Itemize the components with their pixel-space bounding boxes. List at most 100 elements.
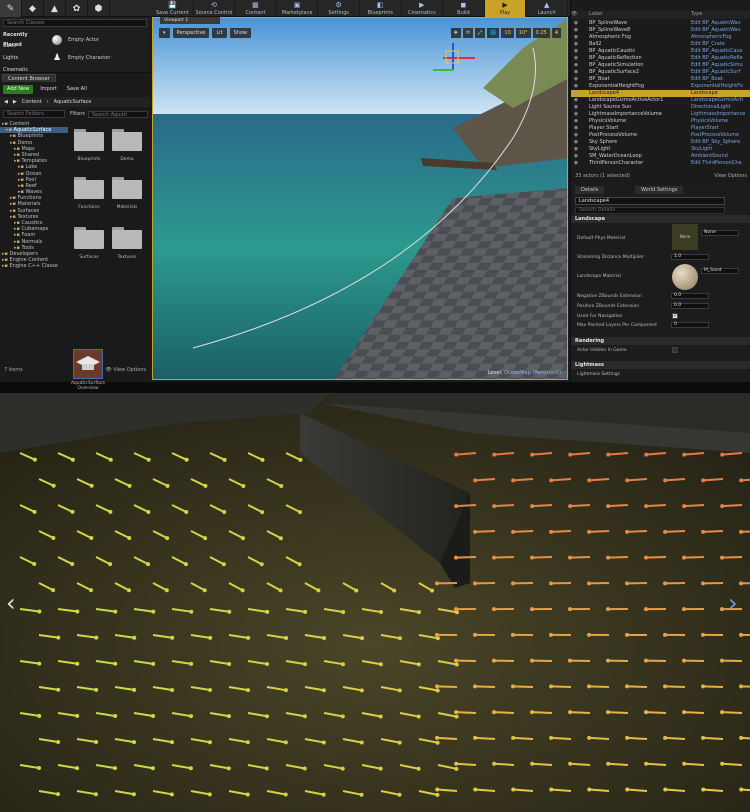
eye-icon[interactable]: ◉: [571, 90, 581, 97]
outliner-row-type[interactable]: Landscape: [691, 90, 750, 97]
save-current-button[interactable]: 💾 Save Current: [152, 0, 194, 17]
back-arrow-icon[interactable]: ◀: [4, 99, 8, 105]
outliner-row-type[interactable]: Edit BP_Sky_Sphere: [691, 139, 750, 146]
save-all-button[interactable]: Save All: [64, 85, 90, 94]
viewport[interactable]: ▾ Perspective Lit Show ✥ ⟳ ⤢ 🌐 10 10° 0.…: [152, 17, 568, 380]
geometry-mode-icon[interactable]: ⬢: [88, 0, 110, 17]
crumb-aquatic-surface[interactable]: AquaticSurface: [54, 99, 92, 105]
eye-icon[interactable]: ◉: [571, 153, 581, 160]
settings-button[interactable]: ⚙ Settings: [318, 0, 360, 17]
outliner-row-type[interactable]: DirectionalLight: [691, 104, 750, 111]
section-rendering[interactable]: Rendering: [571, 337, 750, 345]
outliner-row[interactable]: ◉ BP_Boat Edit BP_Boat: [571, 76, 750, 83]
phys-material-thumbnail[interactable]: None: [672, 224, 698, 250]
outliner-row-type[interactable]: Edit BP_Boat: [691, 76, 750, 83]
folder-icon[interactable]: [74, 129, 104, 151]
tab-content-browser[interactable]: Content Browser: [2, 74, 56, 82]
import-button[interactable]: Import: [37, 85, 60, 94]
outliner-row[interactable]: ◉ BP_SplineWave8 Edit BP_AquaticWav: [571, 27, 750, 34]
outliner-row[interactable]: ◉ ThirdPersonCharacter Edit ThirdPersonCha: [571, 160, 750, 167]
eye-icon[interactable]: ◉: [571, 20, 581, 27]
outliner-row-type[interactable]: PlayerStart: [691, 125, 750, 132]
eye-icon[interactable]: ◉: [571, 62, 581, 69]
material-thumbnail[interactable]: [672, 264, 698, 290]
grid-snap-value[interactable]: 10: [501, 28, 514, 38]
type-column-header[interactable]: Type: [691, 11, 750, 19]
play-button[interactable]: ▶ Play: [484, 0, 527, 17]
outliner-row-type[interactable]: Edit BP_AquaticSimu: [691, 62, 750, 69]
outliner-row[interactable]: ◉ SkyLight SkyLight: [571, 146, 750, 153]
outliner-row-type[interactable]: Edit BP_AquaticWav: [691, 20, 750, 27]
tab-details[interactable]: Details: [575, 186, 605, 194]
landscape-material-dropdown[interactable]: M_Sand: [701, 268, 739, 274]
eye-icon[interactable]: ◉: [571, 146, 581, 153]
filters-button[interactable]: Filters: [70, 111, 85, 118]
tab-world-settings[interactable]: World Settings: [635, 186, 684, 194]
outliner-row[interactable]: ◉ Atmospheric Fog AtmosphericFog: [571, 34, 750, 41]
folder-icon[interactable]: [74, 177, 104, 199]
eye-icon[interactable]: ◉: [571, 34, 581, 41]
outliner-row[interactable]: ◉ SM_WaterOceanLoop AmbientSound: [571, 153, 750, 160]
cinematics-button[interactable]: ▶ Cinematics: [402, 0, 444, 17]
perspective-button[interactable]: Perspective: [172, 28, 210, 38]
outliner-row-type[interactable]: AmbientSound: [691, 153, 750, 160]
category-recently-placed[interactable]: Recently Placed: [0, 30, 46, 48]
content-button[interactable]: ▦ Content: [235, 0, 277, 17]
category-basic[interactable]: Basic: [0, 41, 46, 51]
outliner-row[interactable]: ◉ Player Start PlayerStart: [571, 125, 750, 132]
eye-icon[interactable]: ◉: [571, 111, 581, 118]
place-mode-icon[interactable]: ✎: [0, 0, 22, 17]
add-new-button[interactable]: Add New: [3, 84, 34, 94]
streaming-distance-value[interactable]: 1.0: [671, 254, 709, 260]
outliner-row-type[interactable]: ExponentialHeightFo: [691, 83, 750, 90]
show-button[interactable]: Show: [229, 28, 252, 38]
outliner-row-type[interactable]: AtmosphericFog: [691, 34, 750, 41]
scale-snap-value[interactable]: 0.25: [532, 28, 550, 38]
eye-icon[interactable]: ◉: [571, 41, 581, 48]
outliner-row[interactable]: ◉ BP_AquaticSimulation Edit BP_AquaticSimu: [571, 62, 750, 69]
eye-icon[interactable]: ◉: [571, 48, 581, 55]
eye-icon[interactable]: ◉: [571, 27, 581, 34]
lit-button[interactable]: Lit: [212, 28, 227, 38]
max-painted-layers-value[interactable]: 0: [671, 322, 709, 328]
folder-icon[interactable]: [112, 227, 142, 249]
actor-name-field[interactable]: Landscape4: [575, 197, 725, 205]
outliner-row-type[interactable]: Edit BP_Crate: [691, 41, 750, 48]
outliner-row[interactable]: ◉ Sky Sphere Edit BP_Sky_Sphere: [571, 139, 750, 146]
positive-zbounds-value[interactable]: 0.0: [671, 303, 709, 309]
actor-hidden-checkbox[interactable]: [672, 347, 678, 353]
outliner-row-type[interactable]: Edit BP_AquaticCaus: [691, 48, 750, 55]
search-classes-input[interactable]: Search Classes: [3, 19, 147, 27]
eye-icon[interactable]: ◉: [571, 139, 581, 146]
outliner-row-type[interactable]: LightmassImportance: [691, 111, 750, 118]
folder-icon[interactable]: [112, 177, 142, 199]
outliner-row[interactable]: ◉ BP_AquaticSurface2 Edit BP_AquaticSurf: [571, 69, 750, 76]
eye-icon[interactable]: ◉: [571, 132, 581, 139]
folder-icon[interactable]: [112, 129, 142, 151]
outliner-row[interactable]: ◉ LandscapeGizmoActiveActor1 LandscapeGizm…: [571, 97, 750, 104]
outliner-row[interactable]: ◉ BP_AquaticReflection Edit BP_AquaticRefl…: [571, 55, 750, 62]
outliner-row[interactable]: ◉ Light Source Sun DirectionalLight: [571, 104, 750, 111]
previous-image-arrow[interactable]: ‹: [6, 589, 16, 617]
landscape-mode-icon[interactable]: ▲: [44, 0, 66, 17]
outliner-row[interactable]: ◉ Landscape4 Landscape: [571, 90, 750, 97]
build-button[interactable]: ◼ Build: [443, 0, 485, 17]
rotate-icon[interactable]: ⟳: [462, 28, 474, 38]
empty-character-item[interactable]: ♟ Empty Character: [48, 52, 148, 64]
scale-icon[interactable]: ⤢: [475, 28, 486, 38]
outliner-row[interactable]: ◉ PostProcessVolume PostProcessVolume: [571, 132, 750, 139]
eye-icon[interactable]: ◉: [571, 104, 581, 111]
outliner-row-type[interactable]: Edit ThirdPersonCha: [691, 160, 750, 167]
eye-icon[interactable]: ◉: [571, 55, 581, 62]
foliage-mode-icon[interactable]: ✿: [66, 0, 88, 17]
phys-material-dropdown[interactable]: None: [701, 230, 739, 236]
eye-icon[interactable]: ◉: [571, 125, 581, 132]
empty-actor-item[interactable]: Empty Actor: [48, 34, 148, 46]
launch-button[interactable]: ▲ Launch: [526, 0, 568, 17]
eye-icon[interactable]: ◉: [571, 69, 581, 76]
section-lightmass[interactable]: Lightmass: [571, 361, 750, 369]
marketplace-button[interactable]: ▣ Marketplace: [277, 0, 319, 17]
folder-icon[interactable]: [74, 227, 104, 249]
section-landscape[interactable]: Landscape: [571, 215, 750, 223]
paint-mode-icon[interactable]: ◆: [22, 0, 44, 17]
